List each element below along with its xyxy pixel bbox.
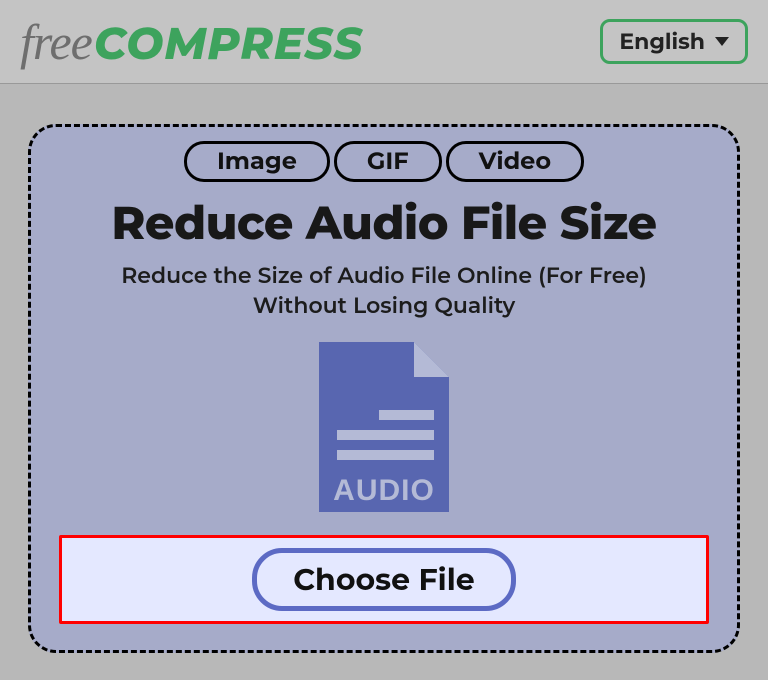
choose-file-button[interactable]: Choose File [252,548,515,611]
tab-image[interactable]: Image [184,141,330,182]
logo[interactable]: free COMPRESS [20,13,363,71]
choose-file-area: Choose File [59,535,709,624]
logo-compress-text: COMPRESS [94,17,364,71]
subtitle-line2: Without Losing Quality [253,292,516,319]
language-selector[interactable]: English [600,19,748,64]
tab-gif[interactable]: GIF [334,141,442,182]
chevron-down-icon [715,37,729,46]
header: free COMPRESS English [0,0,768,84]
page-subtitle: Reduce the Size of Audio File Online (Fo… [121,261,647,320]
format-tabs: Image GIF Video [184,141,584,182]
page-title: Reduce Audio File Size [111,194,656,251]
logo-free-text: free [20,13,92,71]
upload-dropzone[interactable]: Image GIF Video Reduce Audio File Size R… [28,124,740,653]
subtitle-line1: Reduce the Size of Audio File Online (Fo… [121,262,647,289]
main-content: Image GIF Video Reduce Audio File Size R… [0,84,768,653]
tab-video[interactable]: Video [446,141,584,182]
audio-file-icon: AUDIO [319,342,449,517]
file-icon-label: AUDIO [333,474,435,507]
language-label: English [619,28,705,55]
